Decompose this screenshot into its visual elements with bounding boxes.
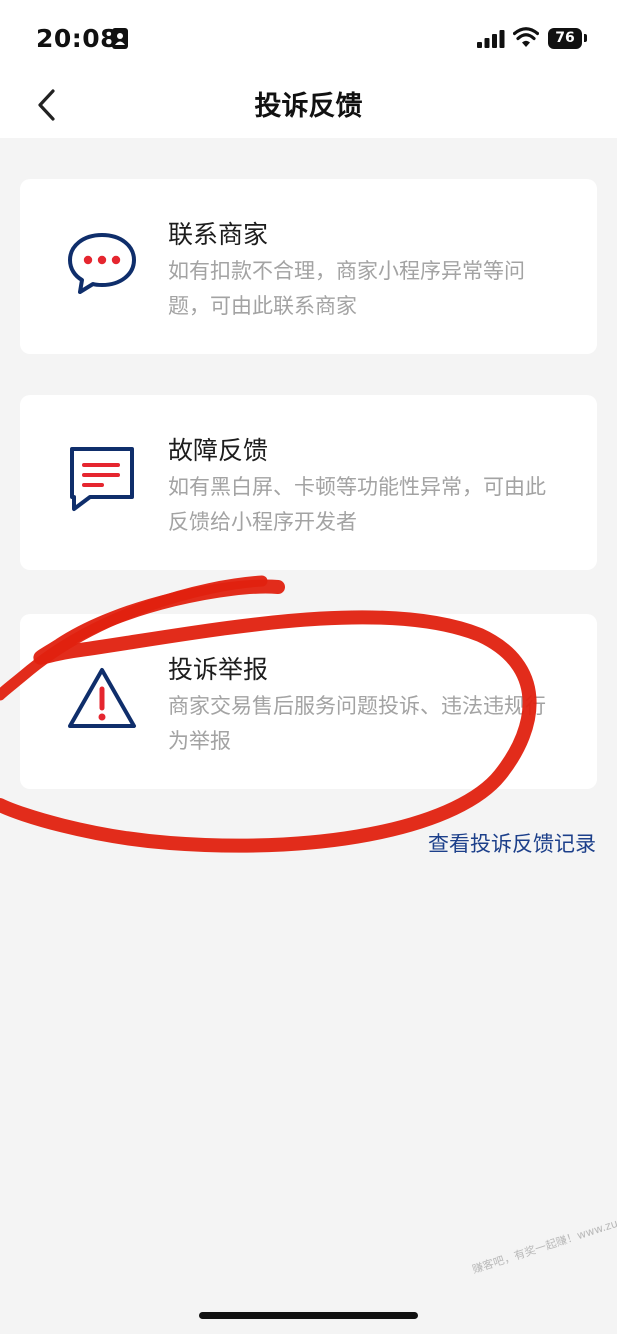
card-description: 如有黑白屏、卡顿等功能性异常，可由此反馈给小程序开发者 [168,475,546,534]
page-title: 投诉反馈 [254,91,363,122]
card-title: 联系商家 [168,220,269,249]
card-title: 投诉举报 [168,655,269,684]
battery-icon: 76 [548,28,582,49]
chat-bubble-dots-icon [68,233,136,294]
fault-feedback-card[interactable]: 故障反馈 如有黑白屏、卡顿等功能性异常，可由此反馈给小程序开发者 [20,395,597,570]
complaint-report-card[interactable]: 投诉举报 商家交易售后服务问题投诉、违法违规行为举报 [20,614,597,789]
wifi-icon [513,27,539,47]
card-title: 故障反馈 [168,436,269,465]
signal-icon [477,30,505,48]
status-time: 20:08 [36,24,119,53]
view-feedback-history-link[interactable]: 查看投诉反馈记录 [428,828,596,858]
message-lines-icon [70,447,134,511]
battery-nub [584,34,587,42]
card-description: 如有扣款不合理，商家小程序异常等问题，可由此联系商家 [168,259,525,318]
home-indicator [199,1312,418,1319]
battery-level: 76 [555,30,575,46]
person-card-icon [112,28,128,49]
header: 20:08 76 投诉反馈 [0,0,617,138]
card-description: 商家交易售后服务问题投诉、违法违规行为举报 [168,694,546,753]
watermark: 赚客吧，有奖一起赚！www.zuanke8.com [470,1198,617,1277]
warning-triangle-icon [68,668,136,728]
contact-merchant-card[interactable]: 联系商家 如有扣款不合理，商家小程序异常等问题，可由此联系商家 [20,179,597,354]
